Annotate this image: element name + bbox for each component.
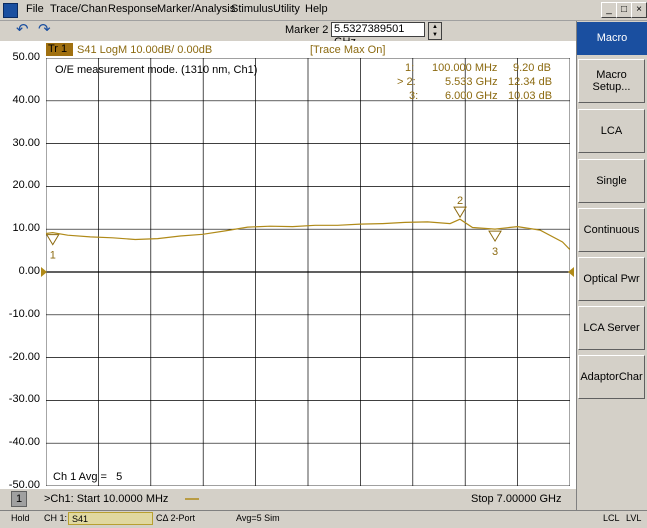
oe-mode-note: O/E measurement mode. (1310 nm, Ch1) xyxy=(55,64,258,76)
menu-file[interactable]: File xyxy=(26,3,44,15)
softkey-continuous[interactable]: Continuous xyxy=(578,208,645,252)
marker-1-value: 9.20 dB xyxy=(513,62,551,74)
marker-2-value: 12.34 dB xyxy=(508,76,553,88)
cal-status: CΔ 2-Port xyxy=(156,513,196,523)
undo-icon[interactable]: ↶ xyxy=(16,22,30,37)
marker-2-triangle xyxy=(453,206,467,219)
avg-value: 5 xyxy=(116,471,123,483)
marker-1-number: 1 xyxy=(50,250,56,262)
marker-frequency-input[interactable]: 5.5327389501 GHz xyxy=(331,22,425,48)
minimize-button[interactable]: _ xyxy=(601,2,617,18)
marker-1-triangle xyxy=(46,234,60,246)
y-tick-label: 30.00 xyxy=(12,136,40,149)
softkey-lca-server[interactable]: LCA Server xyxy=(578,306,645,350)
app-icon xyxy=(3,3,18,18)
y-tick-label: -20.00 xyxy=(8,350,40,363)
marker-spin-button[interactable]: ▲ ▼ xyxy=(428,22,442,40)
softkey-lca[interactable]: LCA xyxy=(578,109,645,153)
redo-icon[interactable]: ↷ xyxy=(38,22,52,37)
marker-1-freq: 100.000 MHz xyxy=(432,62,498,74)
avg-status: Avg=5 Sim xyxy=(236,513,280,523)
y-tick-label: 10.00 xyxy=(12,222,40,235)
averaging-label: Ch 1 Avg = 5 xyxy=(53,471,122,483)
menu-trace-chan[interactable]: Trace/Chan xyxy=(50,3,107,15)
menu-stimulus[interactable]: Stimulus xyxy=(231,3,273,15)
y-tick-label: -10.00 xyxy=(8,307,40,320)
marker-3-freq: 6.000 GHz xyxy=(445,90,498,102)
marker-1-prefix: 1: xyxy=(405,62,415,74)
marker-3-value: 10.03 dB xyxy=(508,90,553,102)
trace-description: S41 LogM 10.00dB/ 0.00dB xyxy=(77,44,213,56)
marker-3-prefix: 3: xyxy=(409,90,419,102)
stop-frequency[interactable]: Stop 7.00000 GHz xyxy=(471,493,562,505)
trace-badge[interactable]: Tr 1 xyxy=(46,43,73,56)
marker-2-prefix: > 2: xyxy=(397,76,416,88)
start-frequency[interactable]: >Ch1: Start 10.0000 MHz xyxy=(44,493,168,505)
channel-status: CH 1: xyxy=(44,513,68,523)
ref-level-right-arrow xyxy=(568,267,574,277)
close-button[interactable]: × xyxy=(631,2,647,18)
y-tick-label: -30.00 xyxy=(8,393,40,406)
menu-utility[interactable]: Utility xyxy=(273,3,300,15)
softkey-header-macro: Macro xyxy=(577,22,647,55)
softkey-adaptor-char[interactable]: AdaptorChar xyxy=(578,355,645,399)
avg-text: Ch 1 Avg = xyxy=(53,471,107,483)
menu-bar: File Trace/Chan Response Marker/Analysis… xyxy=(0,0,647,21)
softkey-single[interactable]: Single xyxy=(578,159,645,203)
ref-level-left-arrow xyxy=(41,267,47,277)
y-tick-label: 20.00 xyxy=(12,179,40,192)
y-tick-label: 40.00 xyxy=(12,93,40,106)
trace-max-hold: [Trace Max On] xyxy=(310,44,386,56)
y-tick-label: 0.00 xyxy=(18,265,40,277)
marker-3-number: 3 xyxy=(492,246,498,258)
marker-3-triangle xyxy=(488,230,502,243)
y-tick-label: 50.00 xyxy=(12,51,40,63)
trace-plot[interactable]: 1 2 3 xyxy=(46,58,570,486)
hold-status: Hold xyxy=(11,513,30,523)
restore-button[interactable]: □ xyxy=(616,2,632,18)
softkey-optical-pwr[interactable]: Optical Pwr xyxy=(578,257,645,301)
marker-2-freq: 5.533 GHz xyxy=(445,76,498,88)
y-tick-label: -40.00 xyxy=(8,436,40,449)
lvl-status: LVL xyxy=(626,513,642,523)
trace-color-swatch xyxy=(185,498,199,500)
menu-response[interactable]: Response xyxy=(108,3,158,15)
menu-help[interactable]: Help xyxy=(305,3,328,15)
channel-number[interactable]: 1 xyxy=(11,491,27,507)
marker-label: Marker 2 xyxy=(285,24,329,36)
menu-marker-analysis[interactable]: Marker/Analysis xyxy=(157,3,235,15)
softkey-macro-setup[interactable]: Macro Setup... xyxy=(578,59,645,103)
lcl-status: LCL xyxy=(603,513,620,523)
marker-2-number: 2 xyxy=(457,195,463,207)
s41-status: S41 xyxy=(68,512,153,525)
